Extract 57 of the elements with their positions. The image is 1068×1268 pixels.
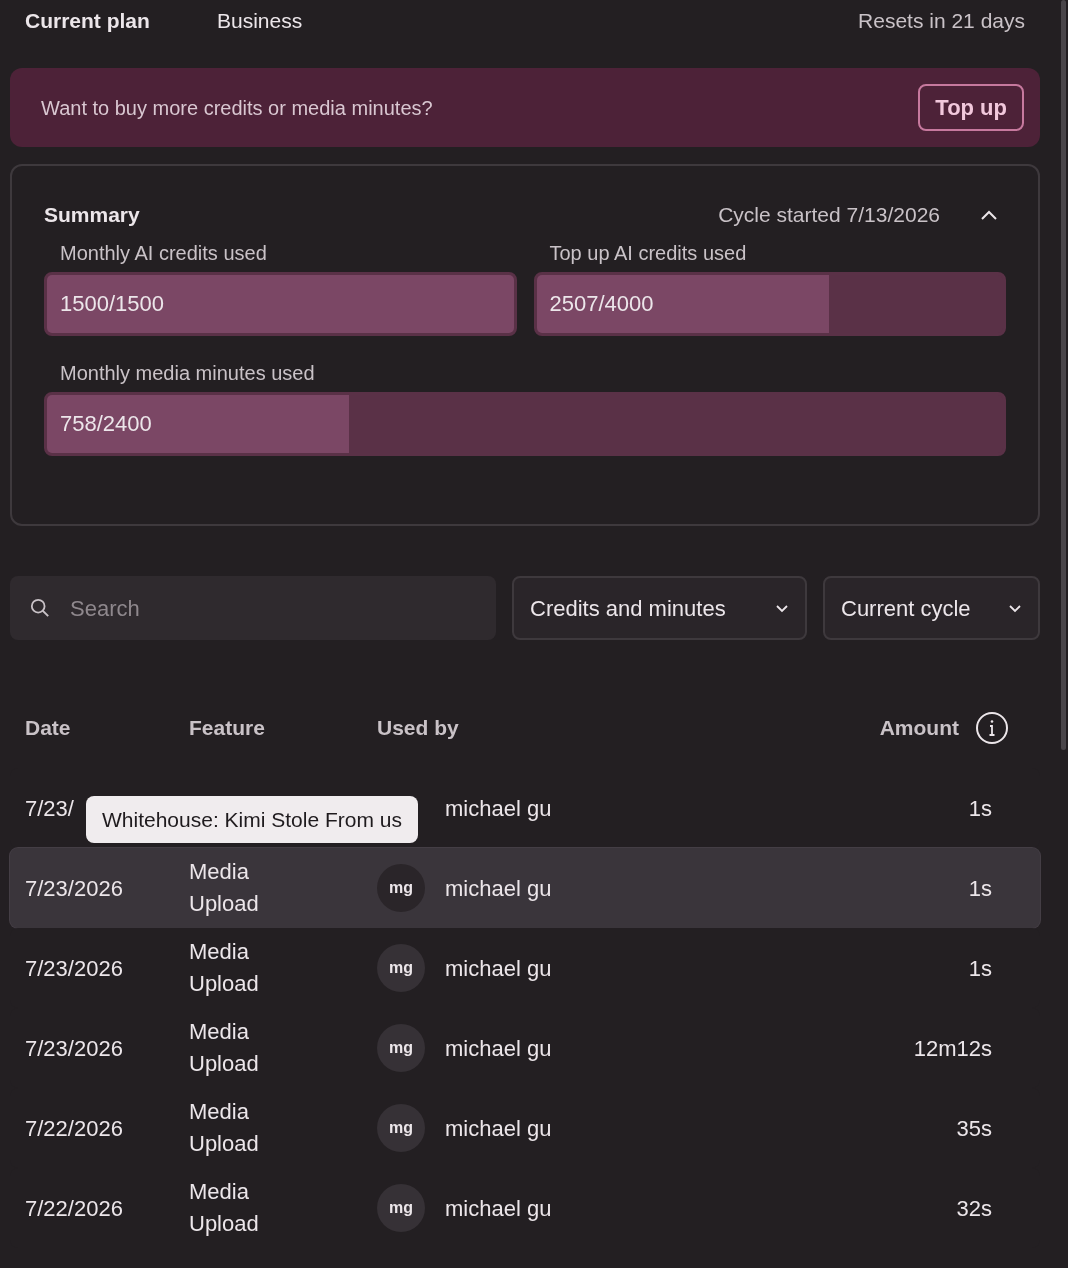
scrollbar[interactable] xyxy=(1061,0,1066,750)
chevron-icon xyxy=(980,209,998,221)
user-avatar: mg xyxy=(377,1184,425,1232)
meter-reading: 758/2400 xyxy=(59,410,153,438)
banner-text: Want to buy more credits or media minutes? xyxy=(41,95,433,121)
usage-row[interactable]: 7/23/2026 Media Upload mg michael gu 1s xyxy=(10,848,1040,928)
user-avatar: mg xyxy=(377,944,425,992)
column-header[interactable]: Amount xyxy=(879,712,959,744)
chevron-down-icon xyxy=(775,603,789,613)
amount-cell-text: 12m12s xyxy=(913,1034,992,1063)
date-cell-text: 7/22/2026 xyxy=(25,1114,123,1143)
search-input[interactable]: Search xyxy=(70,591,476,625)
user-cell-text: michael gu xyxy=(445,874,552,903)
meter-label: Top up AI credits used xyxy=(548,241,748,266)
info-icon[interactable] xyxy=(975,711,1009,745)
feature-cell-text: Media Upload xyxy=(189,1178,260,1238)
user-avatar: mg xyxy=(377,1024,425,1072)
tooltip: Whitehouse: Kimi Stole From us xyxy=(86,796,418,843)
amount-cell-text: 35s xyxy=(956,1114,992,1143)
meter-label: Monthly AI credits used xyxy=(59,241,268,266)
date-cell-text: 7/23/ xyxy=(25,794,74,823)
user-cell-text: michael gu xyxy=(445,794,552,823)
feature-cell-text: Media Upload xyxy=(189,1018,260,1078)
user-avatar: mg xyxy=(377,1104,425,1152)
column-header: Used by xyxy=(377,715,459,742)
column-header: Date xyxy=(25,715,72,742)
feature-cell-text: Media Upload xyxy=(189,1098,260,1158)
date-cell-text: 7/22/2026 xyxy=(25,1194,123,1223)
column-header: Feature xyxy=(189,715,266,742)
user-cell-text: michael gu xyxy=(445,1114,552,1143)
plan-name: Business xyxy=(217,8,303,35)
user-avatar: mg xyxy=(377,864,425,912)
amount-cell-text: 32s xyxy=(956,1194,992,1223)
user-cell-text: michael gu xyxy=(445,1194,552,1223)
filter-dropdown[interactable]: Current cycle xyxy=(823,576,1040,640)
date-cell-text: 7/23/2026 xyxy=(25,874,123,903)
meter-reading: 1500/1500 xyxy=(59,290,165,318)
section-title: Current plan xyxy=(25,8,151,35)
reset-info: Resets in 21 days xyxy=(858,8,1025,35)
search-icon xyxy=(30,597,51,619)
filter-dropdown[interactable]: Credits and minutes xyxy=(512,576,807,640)
meter-reading: 2507/4000 xyxy=(548,290,655,318)
meter-label: Monthly media minutes used xyxy=(59,361,316,386)
search-field[interactable]: Search xyxy=(10,576,496,640)
feature-cell-text: Media Upload xyxy=(189,858,260,918)
feature-cell-text: Media Upload xyxy=(189,938,260,998)
amount-cell-text: 1s xyxy=(968,874,992,903)
cycle-start: Cycle started 7/13/2026 xyxy=(718,202,940,229)
top-up-button[interactable]: Top up xyxy=(918,84,1024,131)
summary-title: Summary xyxy=(44,202,140,229)
date-cell-text: 7/23/2026 xyxy=(25,1034,123,1063)
chevron-down-icon xyxy=(1008,603,1022,613)
amount-cell-text: 1s xyxy=(968,794,992,823)
user-cell-text: michael gu xyxy=(445,1034,552,1063)
date-cell-text: 7/23/2026 xyxy=(25,954,123,983)
user-cell-text: michael gu xyxy=(445,954,552,983)
amount-cell-text: 1s xyxy=(968,954,992,983)
